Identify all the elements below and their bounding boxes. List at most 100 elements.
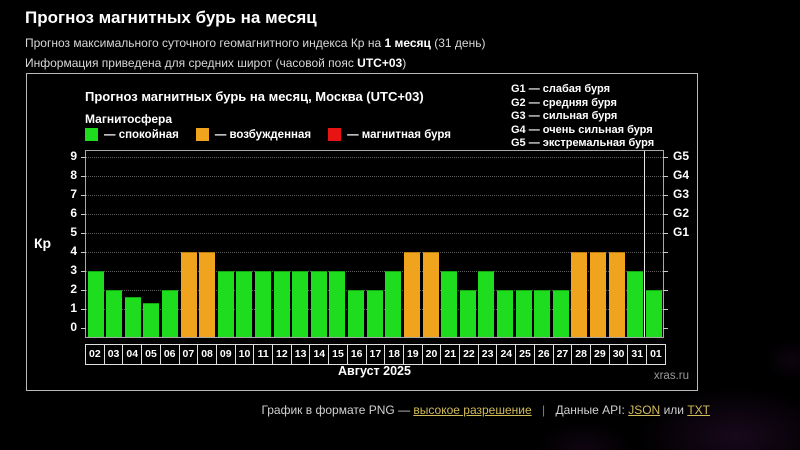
y-axis-tick — [81, 290, 86, 291]
g2-legend-line: G2 — средняя буря — [511, 97, 654, 111]
subtitle2-bold: UTC+03 — [357, 56, 402, 70]
day-label: 29 — [590, 344, 610, 365]
page-subtitle-1: Прогноз максимального суточного геомагни… — [25, 36, 485, 50]
day-label: 23 — [478, 344, 498, 365]
day-label: 06 — [160, 344, 180, 365]
g5-legend-line: G5 — экстремальная буря — [511, 137, 654, 151]
y-axis-tick — [81, 214, 86, 215]
bar-day-18 — [385, 271, 401, 337]
excited-swatch-icon — [196, 128, 209, 141]
day-label: 28 — [571, 344, 591, 365]
bar-day-17 — [367, 290, 383, 337]
bar-day-25 — [516, 290, 532, 337]
day-label: 18 — [384, 344, 404, 365]
legend-label-quiet: — спокойная — [104, 129, 179, 141]
day-label: 31 — [627, 344, 647, 365]
bar-day-15 — [329, 271, 345, 337]
g4-legend-line: G4 — очень сильная буря — [511, 124, 654, 138]
y-axis-tick — [81, 195, 86, 196]
day-label: 09 — [216, 344, 236, 365]
g-scale-tick-label: G4 — [673, 168, 689, 182]
day-label: 21 — [440, 344, 460, 365]
high-resolution-link[interactable]: высокое разрешение — [413, 403, 531, 417]
bar-day-21 — [441, 271, 457, 337]
day-label: 17 — [366, 344, 386, 365]
bar-day-22 — [460, 290, 476, 337]
right-axis-tick — [663, 157, 668, 158]
bar-day-31 — [627, 271, 643, 337]
bar-day-03 — [106, 290, 122, 337]
day-label: 12 — [272, 344, 292, 365]
page-title: Прогноз магнитных бурь на месяц — [25, 8, 317, 28]
right-axis-tick — [663, 252, 668, 253]
bar-day-24 — [497, 290, 513, 337]
gridline — [86, 214, 663, 215]
json-link[interactable]: JSON — [628, 403, 660, 417]
day-label: 24 — [496, 344, 516, 365]
bar-day-14 — [311, 271, 327, 337]
plot-area: Кр 0123456789G1G2G3G4G5 — [85, 150, 664, 338]
right-axis-tick — [663, 195, 668, 196]
g-scale-legend: G1 — слабая буря G2 — средняя буря G3 — … — [511, 83, 654, 151]
y-axis-tick — [81, 176, 86, 177]
g-scale-tick-label: G3 — [673, 187, 689, 201]
y-axis-tick — [81, 271, 86, 272]
quiet-swatch-icon — [85, 128, 98, 141]
subtitle1-pre: Прогноз максимального суточного геомагни… — [25, 36, 384, 50]
bar-day-11 — [255, 271, 271, 337]
day-label: 15 — [328, 344, 348, 365]
y-axis-tick-label: 0 — [55, 320, 77, 334]
day-label: 13 — [291, 344, 311, 365]
day-label: 10 — [235, 344, 255, 365]
bar-day-07 — [181, 252, 197, 337]
day-label: 08 — [197, 344, 217, 365]
footer-text-api: Данные API: — [555, 403, 624, 417]
x-axis-day-labels: 0203040506070809101112131415161718192021… — [85, 344, 666, 365]
txt-link[interactable]: TXT — [687, 403, 710, 417]
g3-legend-line: G3 — сильная буря — [511, 110, 654, 124]
subtitle2-pre: Информация приведена для средних широт (… — [25, 56, 357, 70]
bar-day-05 — [143, 303, 159, 337]
right-axis-tick — [663, 309, 668, 310]
bar-day-16 — [348, 290, 364, 337]
bar-day-27 — [553, 290, 569, 337]
gridline — [86, 157, 663, 158]
bar-day-12 — [274, 271, 290, 337]
footer-text-png: График в формате PNG — — [261, 403, 410, 417]
legend-label-excited: — возбужденная — [215, 129, 311, 141]
bar-day-02 — [88, 271, 104, 337]
bar-day-01 — [646, 290, 662, 337]
day-label: 02 — [85, 344, 105, 365]
right-axis-tick — [663, 176, 668, 177]
bar-day-04 — [125, 297, 141, 337]
g1-legend-line: G1 — слабая буря — [511, 83, 654, 97]
bar-day-30 — [609, 252, 625, 337]
g-scale-tick-label: G1 — [673, 225, 689, 239]
y-axis-tick-label: 8 — [55, 168, 77, 182]
gridline — [86, 195, 663, 196]
bar-day-29 — [590, 252, 606, 337]
page: { "page": { "title": "Прогноз магнитных … — [0, 0, 800, 450]
subtitle1-post: (31 день) — [431, 36, 486, 50]
bar-day-23 — [478, 271, 494, 337]
day-label: 30 — [609, 344, 629, 365]
day-label: 16 — [347, 344, 367, 365]
y-axis-title: Кр — [34, 235, 51, 251]
bar-day-20 — [423, 252, 439, 337]
y-axis-tick-label: 3 — [55, 263, 77, 277]
chart-frame: Прогноз магнитных бурь на месяц, Москва … — [26, 73, 698, 391]
y-axis-tick — [81, 252, 86, 253]
y-axis-tick-label: 7 — [55, 187, 77, 201]
y-axis-tick-label: 5 — [55, 225, 77, 239]
month-separator-line — [644, 151, 645, 337]
page-subtitle-2: Информация приведена для средних широт (… — [25, 56, 406, 70]
legend-title: Магнитосфера — [85, 112, 172, 126]
chart-title: Прогноз магнитных бурь на месяц, Москва … — [85, 89, 424, 104]
y-axis-tick-label: 6 — [55, 206, 77, 220]
day-label: 05 — [141, 344, 161, 365]
y-axis-tick-label: 2 — [55, 282, 77, 296]
day-label: 19 — [403, 344, 423, 365]
bar-day-26 — [534, 290, 550, 337]
day-label: 04 — [122, 344, 142, 365]
day-label: 11 — [253, 344, 273, 365]
